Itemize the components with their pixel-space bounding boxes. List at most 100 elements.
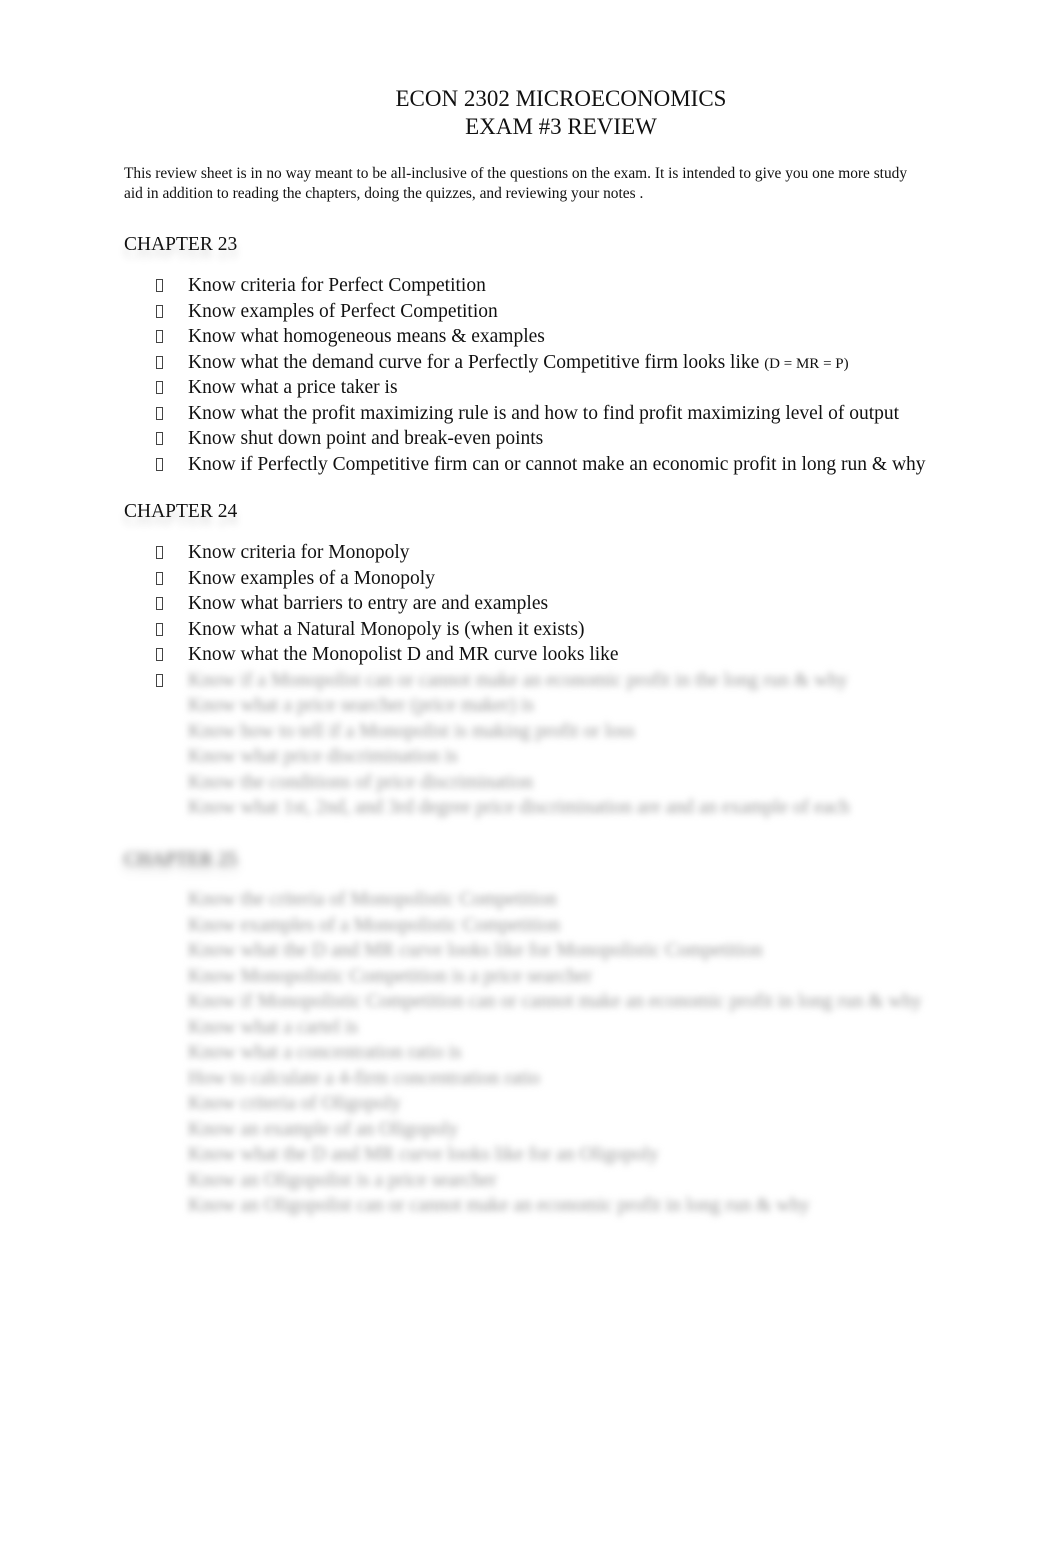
list-item: Know criteria for Monopoly <box>152 540 850 566</box>
blurred-list-item: Know what the D and MR curve looks like … <box>152 1142 922 1168</box>
blurred-list-item: Know what 1st, 2nd, and 3rd degree price… <box>152 795 850 821</box>
demand-curve-note: (D = MR = P) <box>764 355 849 372</box>
missing-glyph-bullet-icon <box>156 622 163 636</box>
list-item-text: Know what the demand curve for a Perfect… <box>188 351 765 373</box>
blurred-list-item-text: Know if a Monopolist can or cannot make … <box>188 669 848 691</box>
missing-glyph-bullet-icon <box>156 1046 163 1059</box>
blurred-list-item: Know criteria of Oligopoly <box>152 1091 922 1117</box>
course-title: ECON 2302 MICROECONOMICS <box>395 86 727 111</box>
list-item-text: Know criteria for Perfect Competition <box>188 275 486 296</box>
chapter-23-list: Know criteria for Perfect Competition Kn… <box>152 273 926 477</box>
blurred-list-item: Know examples of a Monopolistic Competit… <box>152 913 922 939</box>
chapter-25-heading: CHAPTER 25 <box>124 849 238 870</box>
missing-glyph-bullet-icon <box>156 801 163 814</box>
blurred-list-item-text: Know the criteria of Monopolistic Compet… <box>188 889 557 910</box>
blurred-list-item-text: Know what 1st, 2nd, and 3rd degree price… <box>188 797 850 818</box>
blurred-list-item-text: Know what the D and MR curve looks like … <box>188 940 763 961</box>
list-item: Know what a Natural Monopoly is (when it… <box>152 617 850 643</box>
list-item-text: Know examples of a Monopoly <box>188 567 435 589</box>
missing-glyph-bullet-icon <box>156 330 163 343</box>
blurred-list-item: How to calculate a 4-firm concentration … <box>152 1066 922 1092</box>
blurred-list-item: Know what a cartel is <box>152 1015 922 1041</box>
list-item-text: Know if Perfectly Competitive firm can o… <box>188 453 926 475</box>
blurred-list-item-text: Know what a cartel is <box>188 1016 359 1038</box>
blurred-list-item: Know the criteria of Monopolistic Compet… <box>152 887 922 913</box>
missing-glyph-bullet-icon <box>156 1072 163 1085</box>
list-item: Know criteria for Perfect Competition <box>152 273 926 299</box>
missing-glyph-bullet-icon <box>156 546 163 559</box>
missing-glyph-bullet-icon <box>156 1148 163 1161</box>
blurred-list-item: Know what a price searcher (price maker)… <box>152 693 850 719</box>
list-item-text: Know what the Monopolist D and MR curve … <box>188 644 619 665</box>
missing-glyph-bullet-icon <box>156 1123 163 1136</box>
chapter-23-heading: CHAPTER 23 <box>124 234 238 255</box>
list-item-text: Know criteria for Monopoly <box>188 542 410 563</box>
missing-glyph-bullet-icon <box>156 597 163 610</box>
blurred-list-item-text: Know what a price searcher (price maker)… <box>188 695 534 716</box>
blurred-list-item: Know what a concentration ratio is <box>152 1040 922 1066</box>
missing-glyph-bullet-icon <box>156 1199 163 1212</box>
blurred-list-item-text: Know what price discrimination is <box>188 746 458 767</box>
blurred-list-item-text: Know an example of an Oligopoly <box>188 1118 459 1140</box>
list-item: Know if Perfectly Competitive firm can o… <box>152 452 926 478</box>
blurred-list-item: Know an example of an Oligopoly <box>152 1117 922 1143</box>
chapter-24-list: Know criteria for Monopoly Know examples… <box>152 540 850 821</box>
missing-glyph-bullet-icon <box>156 432 163 445</box>
blurred-list-item-text: Know an Oligopolist is a price searcher <box>188 1169 497 1191</box>
missing-glyph-bullet-icon <box>156 970 163 983</box>
missing-glyph-bullet-icon <box>156 750 163 763</box>
missing-glyph-bullet-icon <box>156 1097 163 1110</box>
missing-glyph-bullet-icon <box>156 725 163 738</box>
blurred-list-item-text: How to calculate a 4-firm concentration … <box>188 1067 540 1089</box>
list-item-text: Know what a Natural Monopoly is (when it… <box>188 618 585 640</box>
list-item: Know what the Monopolist D and MR curve … <box>152 642 850 668</box>
missing-glyph-bullet-icon <box>156 673 163 687</box>
list-item: Know examples of a Monopoly <box>152 566 850 592</box>
missing-glyph-bullet-icon <box>156 776 163 789</box>
list-item: Know what the demand curve for a Perfect… <box>152 350 926 376</box>
blurred-list-item: Know Monopolistic Competition is a price… <box>152 964 922 990</box>
blurred-list-item: Know how to tell if a Monopolist is maki… <box>152 719 850 745</box>
blurred-list-item-text: Know what a concentration ratio is <box>188 1042 462 1063</box>
blurred-list-item-text: Know Monopolistic Competition is a price… <box>188 965 592 987</box>
list-item-text: Know what homogeneous means & examples <box>188 326 545 347</box>
missing-glyph-bullet-icon <box>156 279 163 292</box>
missing-glyph-bullet-icon <box>156 571 163 585</box>
missing-glyph-bullet-icon <box>156 995 163 1008</box>
missing-glyph-bullet-icon <box>156 381 163 394</box>
list-item-text: Know examples of Perfect Competition <box>188 300 498 322</box>
list-item: Know examples of Perfect Competition <box>152 299 926 325</box>
intro-line-2: aid in addition to reading the chapters,… <box>124 185 644 202</box>
missing-glyph-bullet-icon <box>156 893 163 906</box>
missing-glyph-bullet-icon <box>156 648 163 661</box>
missing-glyph-bullet-icon <box>156 355 163 369</box>
missing-glyph-bullet-icon <box>156 457 163 471</box>
blurred-list-item-text: Know what the D and MR curve looks like … <box>188 1144 659 1165</box>
intro-line-1: This review sheet is in no way meant to … <box>124 165 908 182</box>
list-item: Know if a Monopolist can or cannot make … <box>152 668 850 694</box>
list-item-text: Know what the profit maximizing rule is … <box>188 402 900 424</box>
blurred-list-item: Know an Oligopolist is a price searcher <box>152 1168 922 1194</box>
document-title: ECON 2302 MICROECONOMICS EXAM #3 REVIEW <box>0 85 1062 141</box>
missing-glyph-bullet-icon <box>156 304 163 318</box>
document-page: ECON 2302 MICROECONOMICS EXAM #3 REVIEW … <box>0 0 1062 1556</box>
missing-glyph-bullet-icon <box>156 406 163 420</box>
blurred-list-item-text: Know criteria of Oligopoly <box>188 1093 401 1114</box>
intro-paragraph: This review sheet is in no way meant to … <box>124 164 1024 204</box>
blurred-list-item: Know if Monopolistic Competition can or … <box>152 989 922 1015</box>
list-item-text: Know shut down point and break-even poin… <box>188 428 544 449</box>
list-item: Know what homogeneous means & examples <box>152 324 926 350</box>
blurred-list-item-text: Know if Monopolistic Competition can or … <box>188 991 922 1012</box>
blurred-list-item-text: Know an Oligopolist can or cannot make a… <box>188 1195 810 1216</box>
list-item: Know shut down point and break-even poin… <box>152 426 926 452</box>
list-item-text: Know what a price taker is <box>188 377 398 398</box>
blurred-list-item: Know the conditions of price discriminat… <box>152 770 850 796</box>
blurred-list-item: Know what the D and MR curve looks like … <box>152 938 922 964</box>
missing-glyph-bullet-icon <box>156 944 163 957</box>
list-item-text: Know what barriers to entry are and exam… <box>188 593 549 614</box>
missing-glyph-bullet-icon <box>156 1021 163 1034</box>
missing-glyph-bullet-icon <box>156 699 163 712</box>
exam-title: EXAM #3 REVIEW <box>465 114 657 139</box>
list-item: Know what a price taker is <box>152 375 926 401</box>
missing-glyph-bullet-icon <box>156 1174 163 1187</box>
